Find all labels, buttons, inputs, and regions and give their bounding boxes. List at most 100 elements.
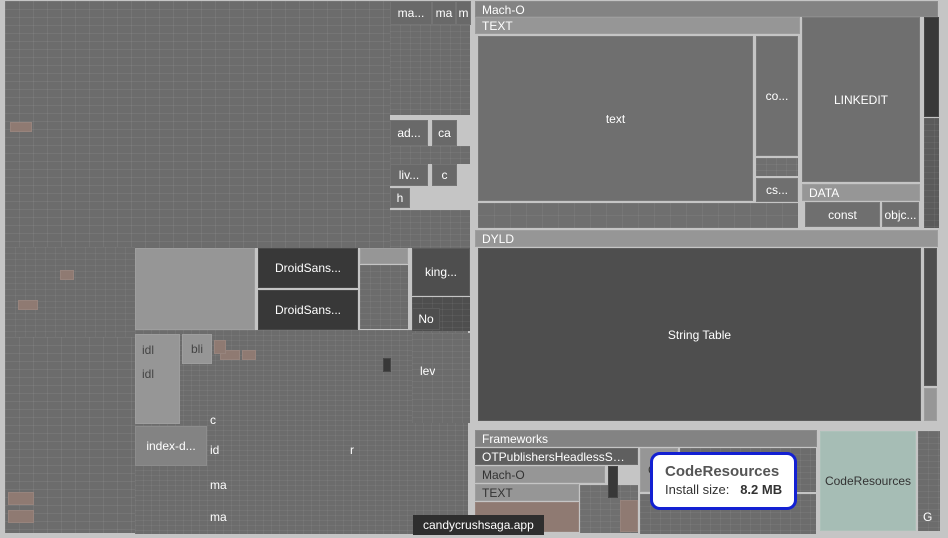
cell-label: cs... (757, 179, 797, 201)
section-header-text2[interactable]: TEXT (475, 484, 579, 501)
cell-label: lev (420, 364, 435, 378)
cell-label: index-d... (136, 427, 206, 465)
treemap-dense-region[interactable] (360, 265, 408, 329)
section-header-label: DYLD (476, 231, 937, 247)
treemap-cell-h[interactable]: h (390, 188, 410, 208)
treemap-cell-right-sliver[interactable] (924, 17, 939, 117)
treemap-cell-cs[interactable]: cs... (756, 178, 798, 202)
treemap-cell[interactable] (8, 510, 34, 523)
cell-label: objc... (883, 203, 918, 226)
treemap-dense-region[interactable] (478, 203, 798, 228)
treemap-cell-text[interactable]: text (478, 36, 753, 201)
treemap-cell-c[interactable]: c (432, 164, 457, 186)
cell-label: const (806, 203, 879, 226)
treemap-cell-light[interactable] (135, 248, 255, 330)
treemap-cell-coderesources-selected[interactable]: CodeResources (820, 431, 916, 531)
treemap-cell-ma2[interactable]: ma (432, 1, 456, 25)
treemap-cell-linkedit[interactable]: LINKEDIT (802, 17, 920, 182)
treemap-cell-bli[interactable]: bli (182, 334, 212, 364)
treemap-dense-region-top[interactable] (5, 1, 390, 248)
treemap-cell-no[interactable]: No (412, 308, 440, 330)
cell-label: ma... (391, 2, 431, 24)
cell-label: liv... (391, 165, 427, 185)
treemap-cell-droid2[interactable]: DroidSans... (258, 290, 358, 330)
section-header-label: DATA (803, 185, 919, 201)
cell-label: ma (433, 2, 455, 24)
treemap-cell-ca[interactable]: ca (432, 120, 457, 146)
breadcrumb-path: candycrushsaga.app (413, 515, 544, 535)
treemap-cell-objc[interactable]: objc... (882, 202, 919, 227)
tooltip-size-value: 8.2 MB (740, 482, 782, 497)
cell-label: m (457, 2, 470, 24)
cell-label: DroidSans... (259, 291, 357, 329)
treemap-cell-dark-sliver[interactable] (608, 466, 618, 498)
tooltip-size-label: Install size: (665, 482, 729, 497)
breadcrumb-label: candycrushsaga.app (423, 518, 534, 532)
cell-label: ad... (391, 121, 427, 145)
section-header-macho2[interactable]: Mach-O (475, 466, 605, 483)
section-header-ot[interactable]: OTPublishersHeadlessSD... (475, 448, 638, 465)
cell-label: co... (757, 37, 797, 155)
treemap-cell-co[interactable]: co... (756, 36, 798, 156)
section-header-label: TEXT (476, 485, 578, 501)
cell-label: h (391, 189, 409, 207)
treemap-cell-dyld-extra1[interactable] (924, 248, 937, 386)
cell-label: String Table (479, 249, 920, 420)
cell-label: LINKEDIT (803, 18, 919, 181)
treemap-cell-king[interactable]: king... (412, 248, 470, 296)
treemap-dense-region[interactable] (924, 118, 939, 228)
treemap-dense-region[interactable] (390, 25, 470, 115)
treemap-cell-string-table[interactable]: String Table (478, 248, 921, 421)
treemap-cell[interactable] (242, 350, 256, 360)
section-header-frameworks[interactable]: Frameworks (475, 430, 817, 447)
treemap-cell-ad[interactable]: ad... (390, 120, 428, 146)
treemap-dense-region[interactable] (390, 210, 470, 248)
section-header-label: Frameworks (476, 431, 816, 447)
treemap-cell-indexd[interactable]: index-d... (135, 426, 207, 466)
treemap-cell-light[interactable] (360, 248, 408, 264)
section-header-label: Mach-O (476, 467, 604, 483)
tooltip-title: CodeResources (665, 463, 782, 480)
treemap-dense-region-midleft[interactable] (5, 247, 135, 337)
treemap-cell[interactable] (10, 122, 32, 132)
section-header-text[interactable]: TEXT (475, 17, 800, 34)
section-header-data[interactable]: DATA (802, 184, 920, 201)
cell-label: r (350, 443, 354, 457)
cell-label: id (210, 443, 219, 457)
cell-label: DroidSans... (259, 249, 357, 287)
treemap-cell-ma1[interactable]: ma... (390, 1, 432, 25)
cell-label: ma (210, 478, 227, 492)
treemap-cell-liv[interactable]: liv... (390, 164, 428, 186)
cell-label: king... (413, 249, 469, 295)
cell-label: text (479, 37, 752, 200)
section-header-dyld[interactable]: DYLD (475, 230, 938, 247)
treemap-cell[interactable] (214, 340, 226, 354)
treemap-cell[interactable] (60, 270, 74, 280)
cell-label: G (923, 510, 932, 524)
treemap-dense-region[interactable] (412, 333, 470, 423)
cell-label: No (413, 309, 439, 329)
treemap-cell[interactable] (18, 300, 38, 310)
treemap-dense-region[interactable] (390, 146, 470, 164)
treemap-dense-region[interactable] (756, 158, 798, 176)
cell-label: ma (210, 510, 227, 524)
cell-label: idl (142, 343, 154, 357)
cell-label: c (210, 413, 216, 427)
tooltip: CodeResources Install size: 8.2 MB (650, 452, 797, 510)
section-header-label: Mach-O (476, 2, 937, 17)
cell-label: idl (142, 367, 154, 381)
treemap-cell-dyld-extra2[interactable] (924, 388, 937, 421)
treemap-cell[interactable] (383, 358, 391, 372)
treemap-cell-const[interactable]: const (805, 202, 880, 227)
cell-label: ca (433, 121, 456, 145)
section-header-label: TEXT (476, 18, 799, 34)
treemap-cell-brown[interactable] (620, 500, 638, 532)
cell-label: c (433, 165, 456, 185)
treemap-cell-light[interactable]: idl idl (135, 334, 180, 424)
treemap-cell-droid1[interactable]: DroidSans... (258, 248, 358, 288)
treemap-cell[interactable] (8, 492, 34, 505)
treemap-cell-m[interactable]: m (456, 1, 471, 25)
cell-label: CodeResources (821, 432, 915, 530)
treemap-root[interactable]: ma... ma m ad... ca liv... c h DroidSans… (0, 0, 948, 538)
section-header-macho[interactable]: Mach-O (475, 1, 938, 17)
